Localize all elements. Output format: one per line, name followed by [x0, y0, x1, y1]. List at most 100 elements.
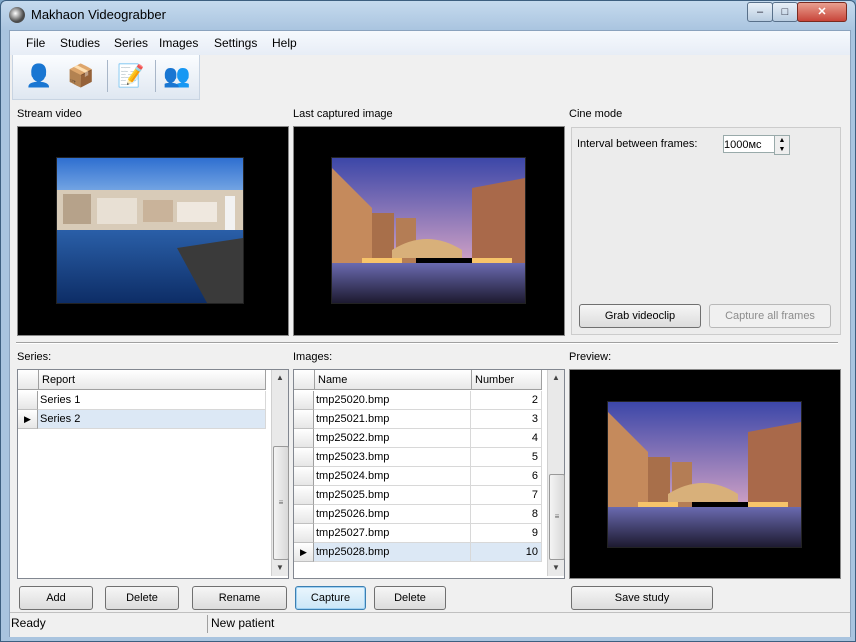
- delete-series-button[interactable]: Delete: [105, 586, 179, 610]
- delete-image-button[interactable]: Delete: [374, 586, 446, 610]
- toolbar-separator: [155, 60, 156, 92]
- grid-corner: [18, 370, 39, 390]
- image-name-cell: tmp25026.bmp: [314, 505, 471, 524]
- image-name-cell: tmp25023.bmp: [314, 448, 471, 467]
- stream-video-panel: [17, 126, 289, 336]
- image-row[interactable]: ▶ tmp25028.bmp 10: [294, 543, 542, 562]
- image-name-cell: tmp25025.bmp: [314, 486, 471, 505]
- current-row-indicator: ▶: [18, 410, 38, 429]
- images-column-name[interactable]: Name: [315, 370, 472, 390]
- current-row-indicator: ▶: [294, 543, 314, 562]
- menu-series[interactable]: Series: [114, 36, 148, 50]
- grid-corner: [294, 370, 315, 390]
- series-grid: Report Series 1 ▶ Series 2 ▲ ≡ ▼: [17, 369, 289, 579]
- images-label: Images:: [293, 351, 333, 363]
- image-row[interactable]: tmp25025.bmp 7: [294, 486, 542, 505]
- image-number-cell: 10: [471, 543, 542, 562]
- scroll-thumb[interactable]: ≡: [549, 474, 565, 560]
- close-button[interactable]: ✕: [797, 2, 847, 22]
- series-label: Series:: [17, 351, 52, 363]
- row-indicator: [294, 486, 314, 505]
- image-number-cell: 6: [471, 467, 542, 486]
- interval-input[interactable]: 1000мс: [723, 135, 775, 153]
- image-number-cell: 5: [471, 448, 542, 467]
- app-icon: [9, 7, 25, 23]
- capture-all-frames-button[interactable]: Capture all frames: [709, 304, 831, 328]
- stream-video-label: Stream video: [17, 108, 82, 120]
- section-divider: [16, 342, 838, 344]
- image-name-cell: tmp25028.bmp: [314, 543, 471, 562]
- open-study-icon[interactable]: 📦: [63, 59, 99, 93]
- last-captured-panel: [293, 126, 565, 336]
- image-row[interactable]: tmp25027.bmp 9: [294, 524, 542, 543]
- stream-video-frame: [56, 157, 244, 304]
- toolbar: 👤 📦 📝 👥: [12, 55, 200, 100]
- row-indicator: [18, 391, 38, 410]
- patients-icon[interactable]: 👥: [159, 59, 195, 93]
- menu-images[interactable]: Images: [159, 36, 198, 50]
- interval-spinner[interactable]: ▲ ▼: [774, 135, 790, 155]
- series-row[interactable]: Series 1: [18, 391, 266, 410]
- image-number-cell: 7: [471, 486, 542, 505]
- image-name-cell: tmp25021.bmp: [314, 410, 471, 429]
- maximize-button[interactable]: □: [772, 2, 798, 22]
- status-patient: New patient: [211, 616, 275, 630]
- row-indicator: [294, 391, 314, 410]
- preview-image: [607, 401, 802, 548]
- image-name-cell: tmp25022.bmp: [314, 429, 471, 448]
- image-name-cell: tmp25024.bmp: [314, 467, 471, 486]
- preview-label: Preview:: [569, 351, 612, 363]
- scroll-up-arrow[interactable]: ▲: [272, 370, 288, 386]
- image-row[interactable]: tmp25022.bmp 4: [294, 429, 542, 448]
- images-scrollbar[interactable]: ▲ ≡ ▼: [547, 370, 565, 576]
- add-series-button[interactable]: Add: [19, 586, 93, 610]
- last-captured-label: Last captured image: [293, 108, 393, 120]
- title-bar[interactable]: Makhaon Videograbber – □ ✕: [1, 1, 855, 29]
- menu-bar: File Studies Series Images Settings Help: [10, 31, 850, 55]
- series-scrollbar[interactable]: ▲ ≡ ▼: [271, 370, 289, 576]
- menu-file[interactable]: File: [26, 36, 45, 50]
- series-row-label: Series 2: [38, 410, 266, 429]
- image-row[interactable]: tmp25023.bmp 5: [294, 448, 542, 467]
- menu-settings[interactable]: Settings: [214, 36, 257, 50]
- grab-videoclip-button[interactable]: Grab videoclip: [579, 304, 701, 328]
- scroll-down-arrow[interactable]: ▼: [272, 560, 288, 576]
- images-column-number[interactable]: Number: [472, 370, 542, 390]
- menu-studies[interactable]: Studies: [60, 36, 100, 50]
- row-indicator: [294, 524, 314, 543]
- status-divider: [207, 615, 208, 633]
- last-captured-frame: [331, 157, 526, 304]
- toolbar-separator: [107, 60, 108, 92]
- status-bar: Ready New patient: [10, 612, 850, 637]
- series-column-report[interactable]: Report: [39, 370, 266, 390]
- scroll-thumb[interactable]: ≡: [273, 446, 289, 560]
- image-number-cell: 9: [471, 524, 542, 543]
- image-row[interactable]: tmp25024.bmp 6: [294, 467, 542, 486]
- image-row[interactable]: tmp25026.bmp 8: [294, 505, 542, 524]
- image-row[interactable]: tmp25021.bmp 3: [294, 410, 542, 429]
- images-grid: Name Number tmp25020.bmp 2 tmp25021.bmp 3 tm…: [293, 369, 565, 579]
- edit-notes-icon[interactable]: 📝: [113, 59, 149, 93]
- image-row[interactable]: tmp25020.bmp 2: [294, 391, 542, 410]
- row-indicator: [294, 429, 314, 448]
- scroll-down-arrow[interactable]: ▼: [548, 560, 564, 576]
- save-study-button[interactable]: Save study: [571, 586, 713, 610]
- app-window: Makhaon Videograbber – □ ✕ File Studies …: [0, 0, 856, 642]
- series-row-label: Series 1: [38, 391, 266, 410]
- window-title: Makhaon Videograbber: [31, 7, 166, 22]
- menu-help[interactable]: Help: [272, 36, 297, 50]
- minimize-button[interactable]: –: [747, 2, 773, 22]
- image-name-cell: tmp25020.bmp: [314, 391, 471, 410]
- client-area: File Studies Series Images Settings Help…: [9, 30, 851, 637]
- image-number-cell: 8: [471, 505, 542, 524]
- image-number-cell: 2: [471, 391, 542, 410]
- image-number-cell: 4: [471, 429, 542, 448]
- interval-label: Interval between frames:: [577, 138, 698, 150]
- scroll-up-arrow[interactable]: ▲: [548, 370, 564, 386]
- series-row[interactable]: ▶ Series 2: [18, 410, 266, 429]
- rename-series-button[interactable]: Rename: [192, 586, 287, 610]
- new-patient-icon[interactable]: 👤: [21, 59, 57, 93]
- capture-button[interactable]: Capture: [295, 586, 366, 610]
- status-text: Ready: [11, 616, 46, 630]
- image-name-cell: tmp25027.bmp: [314, 524, 471, 543]
